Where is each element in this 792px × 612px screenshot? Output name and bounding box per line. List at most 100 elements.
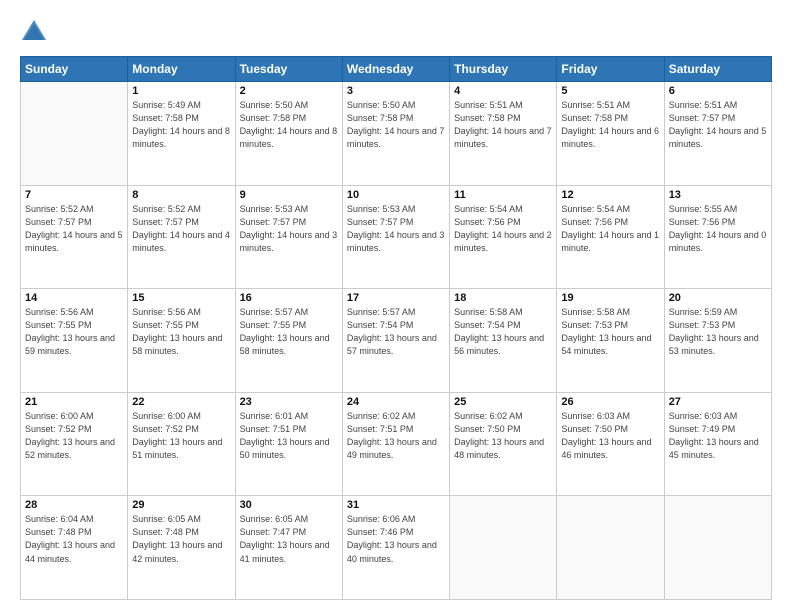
calendar-cell: 5Sunrise: 5:51 AMSunset: 7:58 PMDaylight…	[557, 82, 664, 186]
daylight-text: Daylight: 14 hours and 2 minutes.	[454, 230, 552, 253]
daylight-text: Daylight: 13 hours and 48 minutes.	[454, 437, 544, 460]
logo-icon	[20, 18, 48, 46]
sunrise-text: Sunrise: 5:57 AM	[240, 307, 309, 317]
calendar-cell: 7Sunrise: 5:52 AMSunset: 7:57 PMDaylight…	[21, 185, 128, 289]
day-number: 1	[132, 85, 230, 97]
day-info: Sunrise: 5:54 AMSunset: 7:56 PMDaylight:…	[561, 203, 659, 255]
day-info: Sunrise: 5:52 AMSunset: 7:57 PMDaylight:…	[132, 203, 230, 255]
daylight-text: Daylight: 13 hours and 56 minutes.	[454, 333, 544, 356]
calendar-cell: 23Sunrise: 6:01 AMSunset: 7:51 PMDayligh…	[235, 392, 342, 496]
day-info: Sunrise: 5:50 AMSunset: 7:58 PMDaylight:…	[347, 99, 445, 151]
day-number: 17	[347, 292, 445, 304]
calendar-cell	[664, 496, 771, 600]
sunset-text: Sunset: 7:50 PM	[454, 424, 521, 434]
sunset-text: Sunset: 7:58 PM	[347, 113, 414, 123]
sunrise-text: Sunrise: 6:02 AM	[347, 411, 416, 421]
calendar-cell: 30Sunrise: 6:05 AMSunset: 7:47 PMDayligh…	[235, 496, 342, 600]
sunrise-text: Sunrise: 5:56 AM	[25, 307, 94, 317]
sunrise-text: Sunrise: 6:06 AM	[347, 514, 416, 524]
daylight-text: Daylight: 13 hours and 58 minutes.	[132, 333, 222, 356]
daylight-text: Daylight: 13 hours and 49 minutes.	[347, 437, 437, 460]
daylight-text: Daylight: 13 hours and 52 minutes.	[25, 437, 115, 460]
calendar-week-row: 14Sunrise: 5:56 AMSunset: 7:55 PMDayligh…	[21, 289, 772, 393]
day-number: 28	[25, 499, 123, 511]
calendar-cell: 21Sunrise: 6:00 AMSunset: 7:52 PMDayligh…	[21, 392, 128, 496]
col-tuesday: Tuesday	[235, 57, 342, 82]
sunset-text: Sunset: 7:54 PM	[347, 320, 414, 330]
day-number: 9	[240, 189, 338, 201]
col-thursday: Thursday	[450, 57, 557, 82]
day-info: Sunrise: 5:56 AMSunset: 7:55 PMDaylight:…	[132, 306, 230, 358]
sunset-text: Sunset: 7:52 PM	[25, 424, 92, 434]
day-info: Sunrise: 6:05 AMSunset: 7:48 PMDaylight:…	[132, 513, 230, 565]
sunset-text: Sunset: 7:51 PM	[240, 424, 307, 434]
sunset-text: Sunset: 7:55 PM	[132, 320, 199, 330]
daylight-text: Daylight: 13 hours and 44 minutes.	[25, 540, 115, 563]
day-number: 24	[347, 396, 445, 408]
calendar-cell: 20Sunrise: 5:59 AMSunset: 7:53 PMDayligh…	[664, 289, 771, 393]
daylight-text: Daylight: 13 hours and 46 minutes.	[561, 437, 651, 460]
calendar-cell: 6Sunrise: 5:51 AMSunset: 7:57 PMDaylight…	[664, 82, 771, 186]
sunset-text: Sunset: 7:52 PM	[132, 424, 199, 434]
calendar-cell	[557, 496, 664, 600]
day-number: 16	[240, 292, 338, 304]
daylight-text: Daylight: 14 hours and 4 minutes.	[132, 230, 230, 253]
sunset-text: Sunset: 7:56 PM	[561, 217, 628, 227]
calendar-week-row: 7Sunrise: 5:52 AMSunset: 7:57 PMDaylight…	[21, 185, 772, 289]
daylight-text: Daylight: 13 hours and 42 minutes.	[132, 540, 222, 563]
sunset-text: Sunset: 7:58 PM	[132, 113, 199, 123]
calendar-week-row: 1 Sunrise: 5:49 AMSunset: 7:58 PMDaylight…	[21, 82, 772, 186]
calendar-cell: 8Sunrise: 5:52 AMSunset: 7:57 PMDaylight…	[128, 185, 235, 289]
calendar-cell: 13Sunrise: 5:55 AMSunset: 7:56 PMDayligh…	[664, 185, 771, 289]
daylight-text: Daylight: 14 hours and 0 minutes.	[669, 230, 767, 253]
daylight-text: Daylight: 14 hours and 8 minutes.	[132, 126, 230, 149]
day-info: Sunrise: 5:58 AMSunset: 7:53 PMDaylight:…	[561, 306, 659, 358]
daylight-text: Daylight: 14 hours and 1 minute.	[561, 230, 659, 253]
daylight-text: Daylight: 13 hours and 51 minutes.	[132, 437, 222, 460]
daylight-text: Daylight: 13 hours and 54 minutes.	[561, 333, 651, 356]
sunset-text: Sunset: 7:57 PM	[240, 217, 307, 227]
daylight-text: Daylight: 13 hours and 57 minutes.	[347, 333, 437, 356]
day-info: Sunrise: 5:49 AMSunset: 7:58 PMDaylight:…	[132, 99, 230, 151]
calendar-cell: 29Sunrise: 6:05 AMSunset: 7:48 PMDayligh…	[128, 496, 235, 600]
calendar-cell: 12 Sunrise: 5:54 AMSunset: 7:56 PMDayligh…	[557, 185, 664, 289]
daylight-text: Daylight: 14 hours and 6 minutes.	[561, 126, 659, 149]
calendar-cell: 16Sunrise: 5:57 AMSunset: 7:55 PMDayligh…	[235, 289, 342, 393]
daylight-text: Daylight: 13 hours and 41 minutes.	[240, 540, 330, 563]
day-number: 22	[132, 396, 230, 408]
day-info: Sunrise: 5:50 AMSunset: 7:58 PMDaylight:…	[240, 99, 338, 151]
daylight-text: Daylight: 13 hours and 40 minutes.	[347, 540, 437, 563]
daylight-text: Daylight: 14 hours and 3 minutes.	[240, 230, 338, 253]
calendar-week-row: 21Sunrise: 6:00 AMSunset: 7:52 PMDayligh…	[21, 392, 772, 496]
daylight-text: Daylight: 13 hours and 45 minutes.	[669, 437, 759, 460]
day-number: 14	[25, 292, 123, 304]
daylight-text: Daylight: 14 hours and 5 minutes.	[669, 126, 767, 149]
day-number: 31	[347, 499, 445, 511]
day-number: 10	[347, 189, 445, 201]
sunrise-text: Sunrise: 5:58 AM	[561, 307, 630, 317]
sunrise-text: Sunrise: 6:05 AM	[240, 514, 309, 524]
calendar-cell: 17Sunrise: 5:57 AMSunset: 7:54 PMDayligh…	[342, 289, 449, 393]
calendar-cell: 25Sunrise: 6:02 AMSunset: 7:50 PMDayligh…	[450, 392, 557, 496]
daylight-text: Daylight: 13 hours and 58 minutes.	[240, 333, 330, 356]
calendar-cell: 3Sunrise: 5:50 AMSunset: 7:58 PMDaylight…	[342, 82, 449, 186]
calendar-cell: 9Sunrise: 5:53 AMSunset: 7:57 PMDaylight…	[235, 185, 342, 289]
sunrise-text: Sunrise: 5:59 AM	[669, 307, 738, 317]
day-number: 12	[561, 189, 659, 201]
day-info: Sunrise: 5:58 AMSunset: 7:54 PMDaylight:…	[454, 306, 552, 358]
sunset-text: Sunset: 7:46 PM	[347, 527, 414, 537]
logo	[20, 18, 52, 46]
sunset-text: Sunset: 7:58 PM	[561, 113, 628, 123]
day-info: Sunrise: 6:02 AMSunset: 7:51 PMDaylight:…	[347, 410, 445, 462]
page: Sunday Monday Tuesday Wednesday Thursday…	[0, 0, 792, 612]
day-number: 19	[561, 292, 659, 304]
day-info: Sunrise: 5:51 AMSunset: 7:58 PMDaylight:…	[454, 99, 552, 151]
calendar-cell: 22Sunrise: 6:00 AMSunset: 7:52 PMDayligh…	[128, 392, 235, 496]
col-wednesday: Wednesday	[342, 57, 449, 82]
sunrise-text: Sunrise: 6:01 AM	[240, 411, 309, 421]
sunset-text: Sunset: 7:57 PM	[132, 217, 199, 227]
calendar-cell: 10Sunrise: 5:53 AMSunset: 7:57 PMDayligh…	[342, 185, 449, 289]
sunrise-text: Sunrise: 5:54 AM	[454, 204, 523, 214]
calendar-cell: 18Sunrise: 5:58 AMSunset: 7:54 PMDayligh…	[450, 289, 557, 393]
sunrise-text: Sunrise: 5:51 AM	[669, 100, 738, 110]
